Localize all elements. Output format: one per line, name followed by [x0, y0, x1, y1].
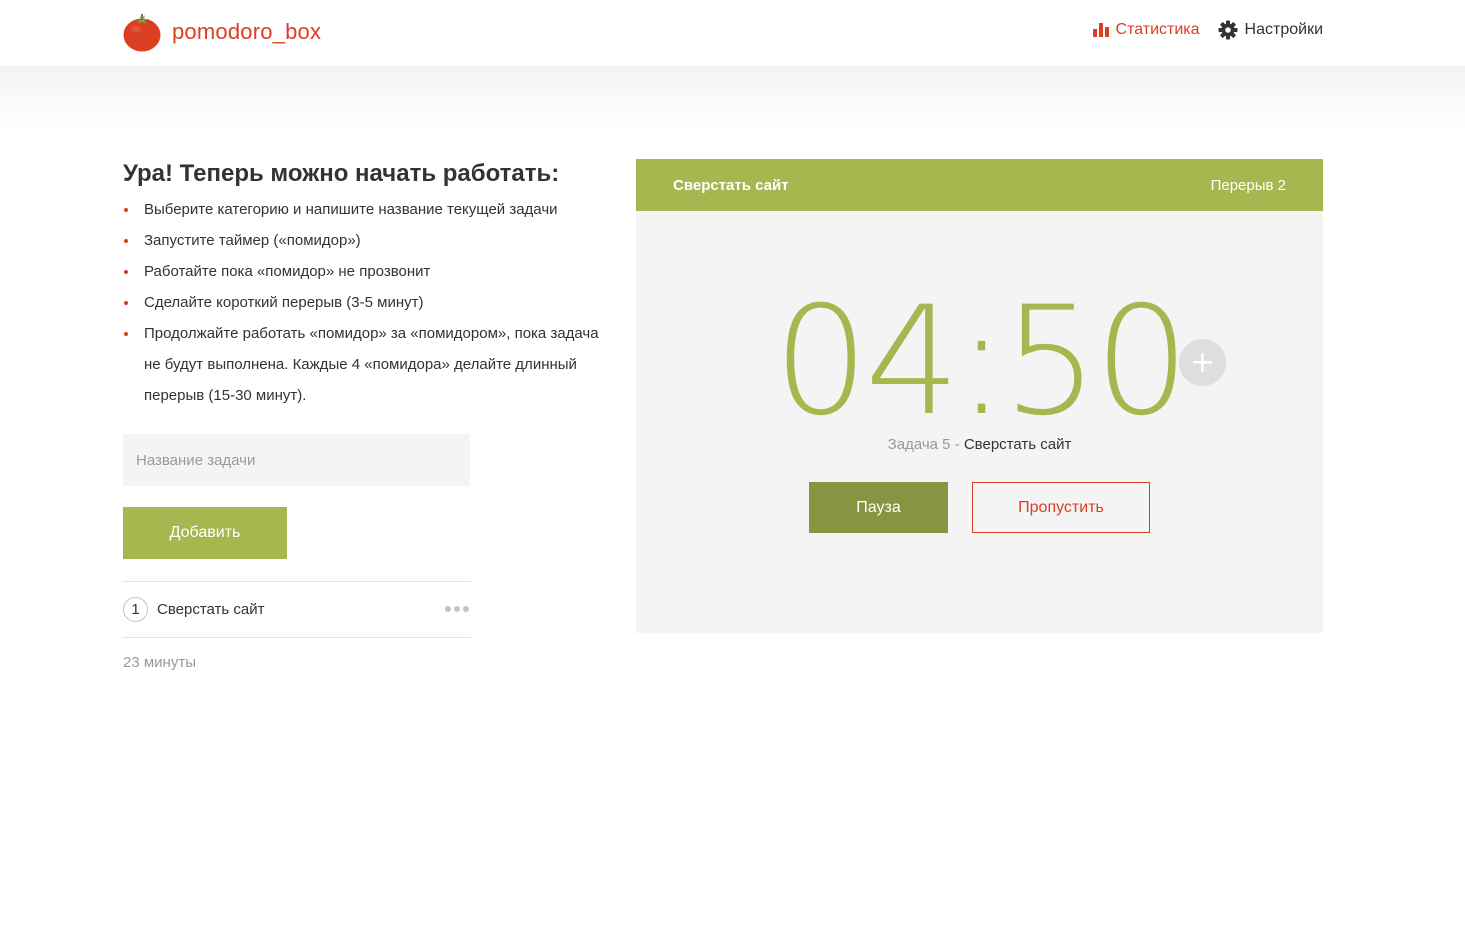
plus-icon[interactable]: +	[1179, 339, 1226, 386]
instructions: Ура! Теперь можно начать работать: Выбер…	[123, 160, 613, 411]
current-task-name: Сверстать сайт	[963, 436, 1072, 453]
instructions-title: Ура! Теперь можно начать работать:	[123, 160, 560, 187]
instruction-step: Выберите категорию и напишите название т…	[123, 194, 613, 225]
menu-dot	[454, 606, 460, 612]
more-dots-icon[interactable]	[443, 604, 471, 614]
header: pomodoro_box Статистика Настройки	[0, 0, 1465, 66]
tomato-icon	[123, 14, 161, 52]
task-list-item-name: Сверстать сайт	[157, 601, 265, 618]
top-nav: Статистика Настройки	[1092, 20, 1323, 40]
timer-card: Сверстать сайт Перерыв 2 04:50 + Задача …	[636, 159, 1323, 633]
nav-statistics-link[interactable]: Статистика	[1092, 21, 1200, 39]
instruction-step: Сделайте короткий перерыв (3-5 минут)	[123, 287, 613, 318]
nav-statistics-label: Статистика	[1115, 21, 1200, 38]
timer-break-status: Перерыв 2	[1210, 176, 1286, 194]
timer-task-title: Сверстать сайт	[673, 176, 789, 194]
skip-button[interactable]: Пропустить	[972, 482, 1150, 533]
current-task-prefix: Задача 5 -	[887, 436, 964, 453]
menu-dot	[463, 606, 469, 612]
nav-settings-link[interactable]: Настройки	[1218, 20, 1323, 40]
current-task-line: Задача 5 - Сверстать сайт	[636, 436, 1323, 453]
logo-text: pomodoro_box	[172, 19, 322, 44]
instructions-list: Выберите категорию и напишите название т…	[123, 194, 613, 411]
menu-dot	[445, 606, 451, 612]
instruction-step: Запустите таймер («помидор»)	[123, 225, 613, 256]
header-shadow	[0, 66, 1465, 136]
add-task-button[interactable]: Добавить	[123, 507, 287, 559]
instruction-step: Работайте пока «помидор» не прозвонит	[123, 256, 613, 287]
total-time: 23 минуты	[123, 654, 196, 671]
task-list-item[interactable]: 1 Сверстать сайт	[122, 581, 471, 638]
task-name-input[interactable]	[123, 434, 470, 486]
gear-icon	[1218, 20, 1238, 40]
bar-chart-icon	[1092, 23, 1109, 37]
nav-settings-label: Настройки	[1244, 21, 1323, 38]
instruction-step: Продолжайте работать «помидор» за «помид…	[123, 318, 613, 411]
logo[interactable]: pomodoro_box	[123, 12, 321, 52]
pause-button[interactable]: Пауза	[809, 482, 948, 533]
timer-header: Сверстать сайт Перерыв 2	[636, 159, 1323, 211]
pomodoro-count: 1	[123, 597, 148, 622]
timer-time: 04:50	[773, 275, 1189, 449]
